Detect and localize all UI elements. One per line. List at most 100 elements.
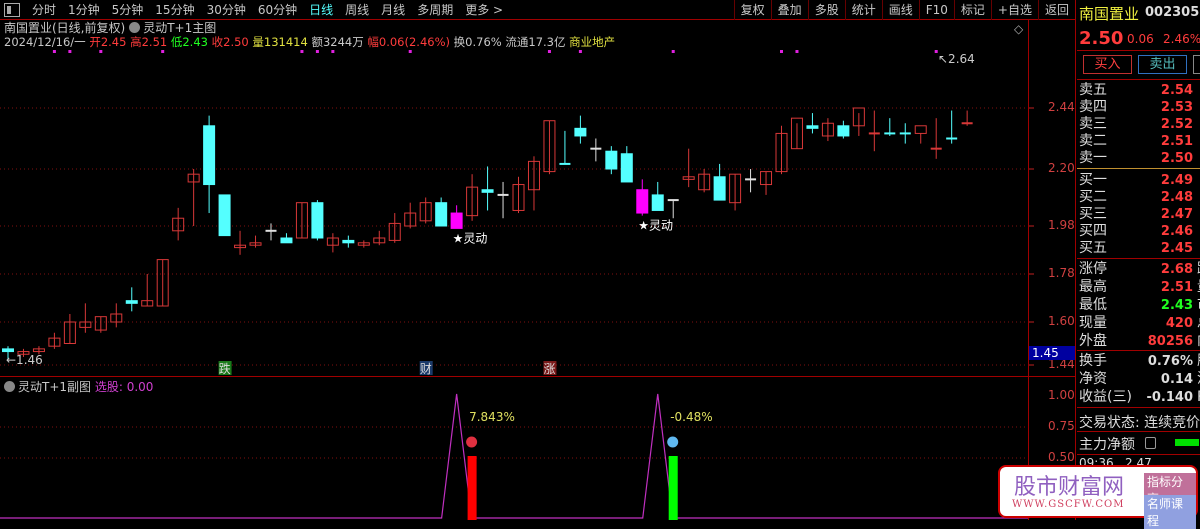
signal-dot [780,50,783,53]
menu-icon[interactable] [1145,437,1156,449]
stock-name: 南国置业 [1079,5,1140,23]
candle-body [806,125,819,129]
candle [342,235,355,248]
row-value: 2.51 [1160,134,1193,149]
ball-icon [667,436,679,448]
row-label: 外盘 [1079,333,1107,349]
sell-button[interactable]: 卖出 [1138,55,1187,74]
price-axis-label: 2.44 [1048,100,1075,114]
candle-body [620,153,633,183]
axis-divider [1028,20,1029,520]
candle [63,314,76,344]
row-value: 2.45 [1160,241,1193,256]
signal-dot [547,50,551,53]
quote-row: 买三 2.47 [1079,206,1200,223]
candle [187,169,200,226]
candle [667,199,679,219]
candle [620,146,633,183]
candle [110,303,123,328]
signal-dot [331,50,335,53]
candle [295,202,308,239]
watermark-url: WWW.GSCFW.COM [1012,499,1125,510]
signal-dot [578,50,582,53]
candle [234,230,247,255]
candle [450,205,463,229]
sub-axis-label: 0.50 [1048,450,1075,464]
candle [790,117,803,150]
candle-body [651,194,664,211]
watermark: 股市财富网 WWW.GSCFW.COM 指标分享 名师课程 [998,465,1198,529]
candle [48,332,61,349]
candle [760,171,773,195]
signal-dot [68,50,72,53]
candle [125,287,138,312]
candle [914,125,927,144]
net-flow-bar [1175,439,1199,446]
quote-row: 卖五 2.54 [1079,82,1200,99]
candle [574,115,587,144]
row-value: 2.48 [1160,190,1193,205]
candle-body [837,125,850,137]
candle [527,156,540,211]
ball-icon [466,436,478,448]
quote-row: 买五 2.45 [1079,240,1200,257]
candle [265,223,277,241]
row-value: 0.76% [1147,354,1193,369]
pane-divider [0,376,1075,377]
candle [729,173,742,211]
price-axis-label: 1.98 [1048,218,1075,232]
row-value: 2.47 [1160,207,1193,222]
quote-row: 现量420总 [1079,315,1200,332]
candle [590,138,602,162]
candle-body [605,150,618,170]
panel-divider [1075,0,1076,520]
dropdown-icon[interactable] [4,381,15,392]
row-value: 2.51 [1160,280,1193,295]
row-value: 0.14 [1160,372,1193,387]
low-price-label: ←1.46 [6,353,43,367]
row-label: 卖四 [1079,99,1107,115]
candle [156,259,169,307]
candle [543,120,556,175]
quote-row: 净资0.14流 [1079,371,1200,388]
candle [806,113,819,134]
kline-chart[interactable]: ←1.46 ↖2.64 ★灵动 ★灵动跌 财 涨 7.843% -0.48% [0,0,1075,520]
candle [930,118,942,159]
row-value: 2.49 [1160,173,1193,188]
buy-button[interactable]: 买入 [1083,55,1132,74]
high-price-label: ↖2.64 [938,52,975,66]
candle [404,202,417,229]
candle-body [914,125,927,134]
candle [326,233,339,253]
sub-bar [467,456,477,520]
sub-bar-label: 7.843% [469,410,515,424]
candle [172,207,185,241]
row-value: 2.43 [1160,298,1193,313]
sub-indicator-name[interactable]: 灵动T+1副图 [18,380,91,394]
signal-dot [99,50,103,53]
candle [868,110,880,152]
candle-body [435,202,448,227]
candle-body [713,176,726,201]
candle-body [636,189,649,214]
row-value: 420 [1165,316,1193,331]
quote-row: 卖三 2.52 [1079,116,1200,133]
row-value: -0.140 [1146,390,1193,405]
last-price: 2.50 [1079,28,1124,49]
row-label: 买三 [1079,206,1107,222]
candle-body [311,202,324,239]
price-change: 0.06 [1127,32,1154,46]
row-label: 最低 [1079,297,1107,313]
current-price-tag: 1.45 [1029,346,1075,360]
row-value: 2.52 [1160,117,1193,132]
candle [218,194,231,237]
tag-courses[interactable]: 名师课程 [1144,495,1196,529]
candle-body [574,127,587,137]
sub-axis-label: 1.00 [1048,388,1075,402]
watermark-name: 股市财富网 [1014,475,1125,500]
candle [435,197,448,227]
quote-row: 涨停2.68跌 [1079,261,1200,278]
pct-change: 2.46% [1163,32,1200,46]
row-value: 2.53 [1160,100,1193,115]
event-label: 涨 [543,361,555,376]
